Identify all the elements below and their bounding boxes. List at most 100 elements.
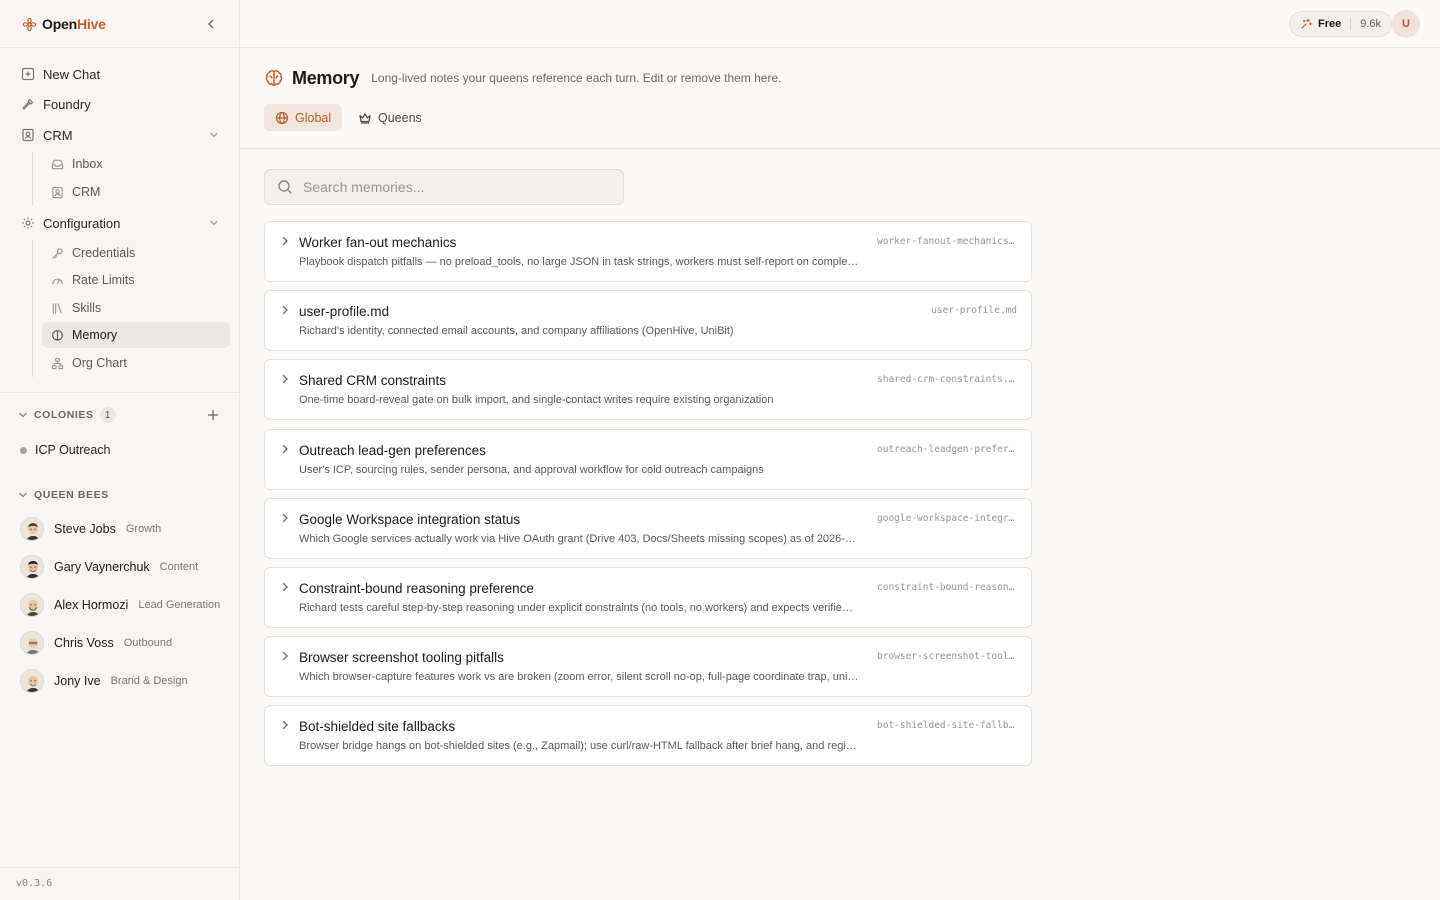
tab-queens[interactable]: Queens bbox=[347, 104, 433, 131]
memory-filename: constraint-bound-reasoning.md bbox=[877, 582, 1017, 593]
sidebar: OpenHive New Chat Foundry CRM Inbox CRM … bbox=[0, 0, 240, 900]
hammer-icon bbox=[22, 98, 34, 110]
brand-name-b: Hive bbox=[76, 16, 106, 32]
chevron-right-icon[interactable] bbox=[279, 719, 291, 731]
memory-filename: outreach-leadgen-preferences.md bbox=[877, 444, 1017, 455]
queen-bee-item[interactable]: Alex Hormozi Lead Generation bbox=[20, 592, 220, 618]
nav-credentials[interactable]: Credentials bbox=[42, 240, 230, 266]
hive-flower-icon bbox=[22, 17, 37, 31]
memory-title: Google Workspace integration status bbox=[299, 512, 521, 527]
search-input[interactable] bbox=[303, 179, 603, 195]
chevron-right-icon[interactable] bbox=[279, 443, 291, 455]
nav-configuration-label: Configuration bbox=[43, 215, 121, 231]
chevron-right-icon[interactable] bbox=[279, 581, 291, 593]
memory-card[interactable]: Worker fan-out mechanics Playbook dispat… bbox=[264, 221, 1032, 282]
colony-label: ICP Outreach bbox=[35, 443, 111, 457]
chevron-right-icon[interactable] bbox=[279, 304, 291, 316]
nav-crm[interactable]: CRM bbox=[12, 122, 230, 148]
nav-rate-limits[interactable]: Rate Limits bbox=[42, 267, 230, 293]
memory-card[interactable]: Bot-shielded site fallbacks Browser brid… bbox=[264, 705, 1032, 766]
crown-icon bbox=[359, 112, 371, 124]
colonies-header[interactable]: COLONIES 1 bbox=[18, 407, 116, 423]
avatar bbox=[20, 631, 44, 655]
memory-card[interactable]: user-profile.md Richard's identity, conn… bbox=[264, 290, 1032, 351]
memory-description: Browser bridge hangs on bot-shielded sit… bbox=[299, 740, 859, 752]
chevron-right-icon[interactable] bbox=[279, 235, 291, 247]
colony-status-dot bbox=[20, 446, 27, 454]
memory-filename: google-workspace-integration.md bbox=[877, 513, 1017, 524]
queen-bee-item[interactable]: Gary Vaynerchuk Content bbox=[20, 554, 198, 580]
nav-skills[interactable]: Skills bbox=[42, 295, 230, 321]
memory-card[interactable]: Constraint-bound reasoning preference Ri… bbox=[264, 567, 1032, 628]
nav-crm-sub[interactable]: CRM bbox=[42, 179, 230, 205]
nav-memory[interactable]: Memory bbox=[42, 322, 230, 348]
collapse-sidebar-button[interactable] bbox=[202, 15, 220, 33]
memory-card[interactable]: Shared CRM constraints One-time board-re… bbox=[264, 359, 1032, 420]
pill-divider bbox=[1350, 18, 1352, 30]
brand-logo[interactable]: OpenHive bbox=[22, 15, 106, 33]
queen-bee-role: Brand & Design bbox=[110, 675, 188, 687]
add-colony-button[interactable] bbox=[206, 408, 220, 422]
nav-org-chart[interactable]: Org Chart bbox=[42, 350, 230, 376]
queen-bee-role: Outbound bbox=[123, 637, 173, 649]
memory-title: Worker fan-out mechanics bbox=[299, 235, 457, 250]
queen-bee-name: Alex Hormozi bbox=[54, 598, 129, 612]
brand-name-a: Open bbox=[42, 16, 77, 32]
contact-card-icon bbox=[22, 128, 34, 142]
new-chat-icon bbox=[21, 67, 35, 81]
avatar bbox=[20, 669, 44, 693]
config-tree-line bbox=[32, 240, 33, 377]
memory-description: Richard tests careful step-by-step reaso… bbox=[299, 602, 859, 614]
memory-title: Outreach lead-gen preferences bbox=[299, 443, 486, 458]
chevron-right-icon[interactable] bbox=[279, 373, 291, 385]
nav-org-chart-label: Org Chart bbox=[72, 356, 127, 370]
avatar bbox=[20, 593, 44, 617]
chevron-down-icon bbox=[210, 220, 218, 226]
brain-icon bbox=[265, 70, 283, 86]
avatar-face-icon bbox=[21, 594, 43, 616]
top-bar: Free 9.6k U bbox=[240, 0, 1440, 48]
page-header: Memory Long-lived notes your queens refe… bbox=[240, 48, 1440, 149]
crm-tree-line bbox=[32, 152, 33, 206]
nav-inbox[interactable]: Inbox bbox=[42, 151, 230, 177]
globe-icon bbox=[275, 111, 289, 124]
tab-global[interactable]: Global bbox=[264, 104, 343, 131]
queen-bees-header[interactable]: QUEEN BEES bbox=[18, 487, 109, 503]
queen-bee-item[interactable]: Jony Ive Brand & Design bbox=[20, 668, 188, 694]
memory-description: Which browser-capture features work vs a… bbox=[299, 671, 859, 683]
memory-title: Constraint-bound reasoning preference bbox=[299, 581, 534, 596]
search-box[interactable] bbox=[264, 169, 624, 205]
avatar-face-icon bbox=[21, 632, 43, 654]
memory-card[interactable]: Browser screenshot tooling pitfalls Whic… bbox=[264, 636, 1032, 697]
page-title-row: Memory Long-lived notes your queens refe… bbox=[264, 67, 781, 89]
nav-configuration[interactable]: Configuration bbox=[12, 210, 230, 236]
nav-credentials-label: Credentials bbox=[72, 246, 136, 260]
memory-card[interactable]: Outreach lead-gen preferences User's ICP… bbox=[264, 429, 1032, 490]
page-title: Memory bbox=[292, 67, 360, 88]
queen-bee-name: Gary Vaynerchuk bbox=[54, 560, 150, 574]
colony-item[interactable]: ICP Outreach bbox=[20, 441, 111, 459]
memory-description: One-time board-reveal gate on bulk impor… bbox=[299, 394, 774, 406]
avatar bbox=[20, 555, 44, 579]
memory-card[interactable]: Google Workspace integration status Whic… bbox=[264, 498, 1032, 559]
queen-bee-role: Growth bbox=[125, 523, 162, 535]
nav-foundry-label: Foundry bbox=[43, 96, 91, 112]
memory-title: user-profile.md bbox=[299, 304, 390, 319]
memory-title: Bot-shielded site fallbacks bbox=[299, 719, 456, 734]
memory-filename: user-profile.md bbox=[931, 305, 1017, 316]
brand-name: OpenHive bbox=[42, 16, 106, 32]
queen-bees-title: QUEEN BEES bbox=[34, 489, 109, 501]
memory-filename: browser-screenshot-tooling.md bbox=[877, 651, 1017, 662]
nav-new-chat[interactable]: New Chat bbox=[12, 61, 230, 87]
nav-foundry[interactable]: Foundry bbox=[12, 91, 230, 117]
chevron-right-icon[interactable] bbox=[279, 512, 291, 524]
memory-filename: bot-shielded-site-fallbacks.md bbox=[877, 720, 1017, 731]
queen-bee-item[interactable]: Steve Jobs Growth bbox=[20, 516, 161, 542]
chevron-right-icon[interactable] bbox=[279, 650, 291, 662]
avatar bbox=[20, 517, 44, 541]
user-avatar[interactable]: U bbox=[1392, 10, 1420, 38]
plan-credits-pill[interactable]: Free 9.6k bbox=[1289, 11, 1393, 37]
queen-bee-item[interactable]: Chris Voss Outbound bbox=[20, 630, 172, 656]
contact-card-icon bbox=[52, 186, 63, 198]
search-icon bbox=[278, 180, 292, 194]
